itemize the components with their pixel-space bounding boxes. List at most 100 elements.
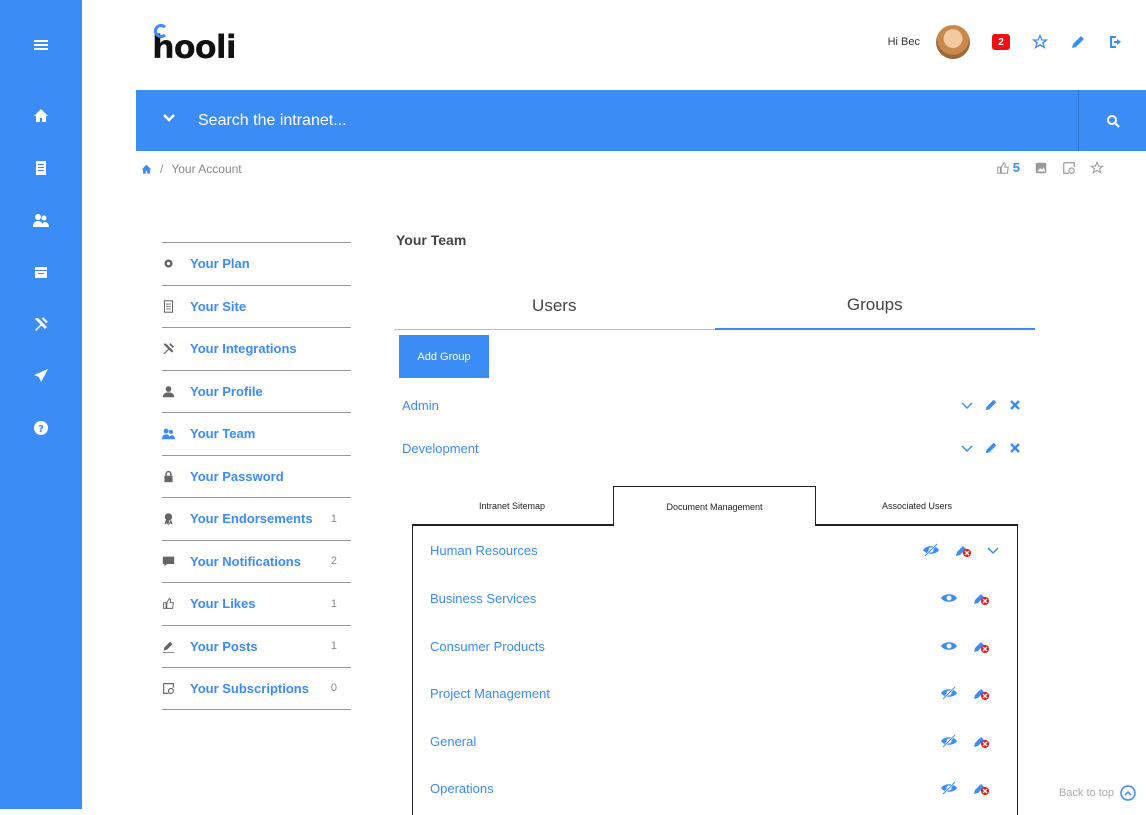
inbox-icon[interactable] — [0, 246, 82, 298]
nav-count: 1 — [330, 512, 337, 525]
search-input[interactable]: Search the intranet... — [198, 112, 1078, 130]
tab-users[interactable]: Users — [394, 282, 715, 330]
nav-item-integrations[interactable]: Your Integrations — [162, 327, 351, 370]
svg-text:?: ? — [38, 424, 44, 435]
tab-groups[interactable]: Groups — [714, 282, 1035, 330]
document-row[interactable]: Human Resources — [430, 538, 1000, 562]
search-icon — [1106, 114, 1120, 128]
nav-item-team[interactable]: Your Team — [162, 412, 351, 455]
team-icon — [162, 428, 175, 440]
nav-count: 1 — [330, 640, 337, 653]
eye-icon[interactable] — [940, 638, 958, 654]
nav-label: Your Likes — [190, 596, 256, 612]
team-tabs: Users Groups — [394, 282, 1035, 330]
group-row[interactable]: Development — [402, 436, 1022, 460]
notification-badge[interactable]: 2 — [992, 34, 1010, 50]
close-icon[interactable] — [1008, 441, 1022, 455]
document-name[interactable]: Business Services — [430, 591, 940, 606]
divider — [412, 524, 614, 525]
eye-icon[interactable] — [940, 590, 958, 606]
likes-count: 5 — [1012, 160, 1020, 175]
notification-count: 2 — [998, 36, 1004, 48]
tools-icon — [163, 343, 175, 355]
nav-item-profile[interactable]: Your Profile — [162, 369, 351, 413]
like-button[interactable]: 5 — [996, 160, 1020, 175]
star-icon[interactable] — [1032, 34, 1048, 50]
document-name[interactable]: Human Resources — [430, 543, 922, 558]
document-row[interactable]: Operations — [430, 776, 990, 800]
send-icon[interactable] — [0, 350, 82, 402]
home-icon[interactable] — [141, 164, 152, 175]
tab-associated-users[interactable]: Associated Users — [816, 486, 1018, 526]
document-name[interactable]: General — [430, 734, 940, 749]
nav-item-site[interactable]: Your Site — [162, 284, 351, 328]
side-rail: ? — [0, 0, 82, 809]
star-icon[interactable] — [1090, 160, 1104, 175]
logout-icon[interactable] — [1108, 34, 1124, 50]
nav-item-subscriptions[interactable]: Your Subscriptions 0 — [162, 667, 351, 710]
nav-label: Your Endorsements — [190, 511, 313, 527]
close-icon[interactable] — [1008, 398, 1022, 412]
group-row[interactable]: Admin — [402, 393, 1022, 417]
image-icon[interactable] — [1034, 161, 1048, 175]
nav-count: 2 — [330, 555, 337, 568]
thumbs-up-icon — [996, 161, 1009, 174]
tools-icon[interactable] — [0, 298, 82, 350]
pencil-icon[interactable] — [1070, 34, 1086, 50]
nav-label: Your Integrations — [190, 341, 297, 357]
document-row[interactable]: Business Services — [430, 586, 990, 610]
menu-icon[interactable] — [0, 0, 82, 90]
page-actions: 5 — [996, 160, 1104, 175]
back-to-top[interactable]: Back to top — [1059, 785, 1136, 801]
remove-edit-icon[interactable] — [972, 685, 990, 701]
chevron-down-icon[interactable] — [986, 542, 1000, 558]
nav-item-password[interactable]: Your Password — [162, 454, 351, 498]
tab-intranet-sitemap[interactable]: Intranet Sitemap — [412, 486, 612, 526]
document-management-panel — [412, 525, 1018, 815]
subscribe-icon[interactable] — [1062, 161, 1076, 175]
document-row[interactable]: Project Management — [430, 681, 990, 705]
hooli-logo[interactable]: hooli — [152, 24, 237, 66]
remove-edit-icon[interactable] — [972, 638, 990, 654]
document-name[interactable]: Operations — [430, 781, 940, 796]
remove-edit-icon[interactable] — [972, 733, 990, 749]
logo-mark-icon — [154, 24, 168, 38]
nav-item-posts[interactable]: Your Posts 1 — [162, 624, 351, 668]
document-row[interactable]: General — [430, 729, 990, 753]
nav-item-plan[interactable]: Your Plan — [162, 242, 351, 285]
team-icon[interactable] — [0, 194, 82, 246]
group-name[interactable]: Development — [402, 441, 960, 456]
group-name[interactable]: Admin — [402, 398, 960, 413]
eye-slash-icon[interactable] — [940, 733, 958, 749]
chevron-down-icon[interactable] — [960, 441, 974, 455]
nav-item-likes[interactable]: Your Likes 1 — [162, 582, 351, 625]
user-icon — [162, 385, 175, 397]
site-icon[interactable] — [0, 142, 82, 194]
remove-edit-icon[interactable] — [972, 780, 990, 796]
remove-edit-icon[interactable] — [972, 590, 990, 606]
document-name[interactable]: Consumer Products — [430, 639, 940, 654]
top-right-bar: Hi Bec 2 — [888, 24, 1124, 60]
eye-slash-icon[interactable] — [940, 685, 958, 701]
pencil-icon[interactable] — [984, 398, 998, 412]
home-icon[interactable] — [0, 90, 82, 142]
site-icon — [163, 300, 174, 313]
back-to-top-label: Back to top — [1058, 787, 1114, 799]
divider — [815, 524, 1018, 525]
nav-item-notifications[interactable]: Your Notifications 2 — [162, 539, 351, 583]
chevron-down-icon[interactable] — [162, 111, 182, 130]
avatar[interactable] — [936, 25, 970, 59]
add-group-button[interactable]: Add Group — [399, 335, 489, 378]
search-button[interactable] — [1078, 90, 1146, 151]
pencil-icon[interactable] — [984, 441, 998, 455]
tab-document-management[interactable]: Document Management — [613, 486, 816, 526]
document-row[interactable]: Consumer Products — [430, 634, 990, 658]
eye-slash-icon[interactable] — [922, 542, 940, 558]
remove-edit-icon[interactable] — [954, 542, 972, 558]
eye-slash-icon[interactable] — [940, 780, 958, 796]
chevron-down-icon[interactable] — [960, 398, 974, 412]
pencil-icon — [162, 641, 175, 653]
document-name[interactable]: Project Management — [430, 686, 940, 701]
help-icon[interactable]: ? — [0, 402, 82, 454]
nav-item-endorsements[interactable]: Your Endorsements 1 — [162, 497, 351, 540]
